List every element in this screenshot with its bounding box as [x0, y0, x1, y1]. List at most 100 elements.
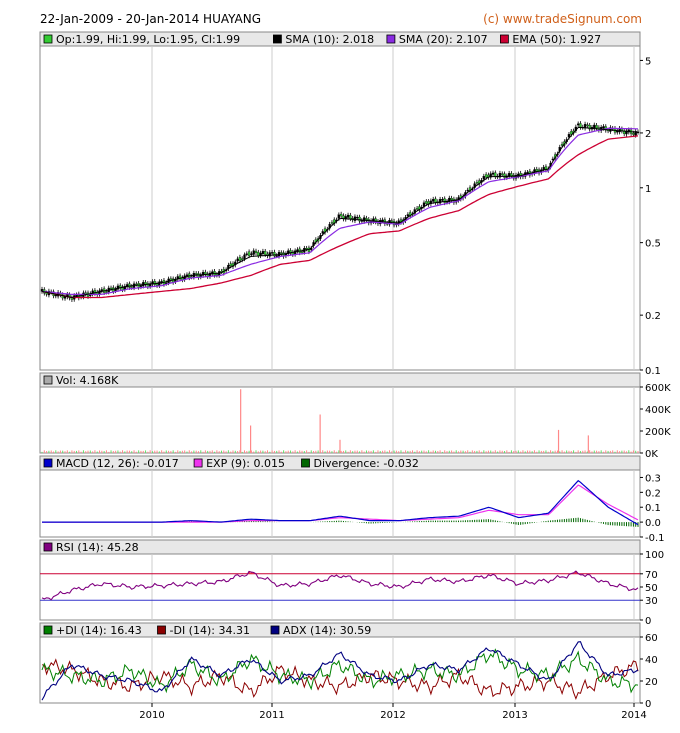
candle-body: [54, 294, 57, 297]
legend-swatch: [43, 375, 53, 385]
x-tick-label: 2010: [139, 710, 164, 721]
y-tick-label: 30: [645, 596, 658, 607]
legend-swatch: [270, 625, 280, 635]
candle-body: [261, 251, 265, 255]
legend-label: SMA (20): 2.107: [399, 33, 488, 46]
y-tick-label: 400K: [645, 405, 671, 416]
y-tick-label: 0.5: [645, 239, 661, 250]
candle-body: [501, 173, 504, 175]
candle-body: [390, 220, 393, 222]
legend-label: EXP (9): 0.015: [206, 457, 285, 470]
candle-body: [586, 124, 589, 126]
legend-label: ADX (14): 30.59: [283, 624, 371, 637]
y-tick-label: 40: [645, 655, 658, 666]
x-tick-label: 2013: [502, 710, 527, 721]
y-tick-label: 0.1: [645, 366, 661, 377]
candle-body: [415, 208, 419, 210]
candle-body: [109, 287, 113, 290]
legend-label: Op:1.99, Hi:1.99, Lo:1.95, Cl:1.99: [56, 33, 240, 46]
y-tick-label: 0.3: [645, 473, 661, 484]
y-tick-label: 5: [645, 56, 651, 67]
legend-swatch: [301, 458, 310, 468]
legend-swatch: [499, 34, 509, 44]
legend-swatch: [43, 625, 53, 635]
candle-body: [236, 258, 239, 262]
legend-bar-volume: [39, 372, 641, 388]
candle-body: [475, 181, 479, 184]
y-tick-label: 0.2: [645, 311, 661, 322]
stock-chart: Op:1.99, Hi:1.99, Lo:1.95, Cl:1.99 SMA (1…: [39, 31, 671, 721]
candle-body: [280, 252, 283, 254]
legend-swatch: [43, 542, 53, 552]
candle-body: [321, 231, 324, 234]
candle-body: [535, 169, 538, 172]
candle-body: [100, 289, 103, 291]
legend-swatch: [43, 458, 53, 468]
y-tick-label: 0.2: [645, 488, 661, 499]
candle-body: [264, 251, 267, 255]
legend-macd: MACD (12, 26): -0.017 EXP (9): 0.015 Diver…: [43, 457, 419, 470]
candle-body: [300, 251, 304, 253]
candle-body: [250, 253, 253, 255]
candle-body: [254, 250, 258, 253]
candle-body: [243, 254, 246, 259]
y-tick-label: 0K: [645, 449, 658, 460]
candle-body: [305, 248, 308, 250]
candle-body: [330, 222, 334, 224]
legend-swatch: [386, 34, 396, 44]
candle-body: [155, 283, 159, 286]
y-tick-label: 70: [645, 570, 658, 581]
x-tick-label: 2011: [259, 710, 284, 721]
legend-volume: Vol: 4.168K: [43, 374, 119, 387]
candle-body: [441, 199, 444, 201]
legend-swatch: [193, 458, 203, 468]
candle-body: [503, 173, 506, 178]
candle-body: [340, 213, 343, 217]
y-tick-label: 60: [645, 633, 658, 644]
candle-body: [358, 216, 361, 222]
candle-body: [337, 214, 340, 219]
candle-body: [450, 198, 453, 201]
y-tick-label: 200K: [645, 427, 671, 438]
candle-body: [406, 214, 410, 217]
y-tick-label: 2: [645, 129, 651, 140]
candle-body: [434, 198, 437, 203]
y-tick-label: -0.1: [645, 533, 665, 544]
candle-body: [75, 294, 78, 297]
candle-body: [443, 198, 446, 203]
candle-body: [273, 251, 276, 257]
y-tick-label: 0: [645, 699, 651, 710]
candle-body: [365, 218, 368, 220]
candle-body: [275, 255, 278, 257]
legend-rsi: RSI (14): 45.28: [43, 541, 139, 554]
y-tick-label: 600K: [645, 383, 671, 394]
candle-body: [153, 281, 156, 285]
candle-body: [296, 249, 299, 252]
candle-body: [346, 214, 350, 218]
y-tick-label: 1: [645, 184, 651, 195]
legend-label: SMA (10): 2.018: [285, 33, 374, 46]
candle-body: [245, 253, 248, 255]
y-tick-label: 0.1: [645, 503, 661, 514]
candle-body: [185, 274, 189, 276]
legend-label: Divergence: -0.032: [314, 457, 419, 470]
candle-body: [130, 286, 133, 288]
candle-body: [491, 172, 495, 175]
candle-body: [593, 124, 596, 129]
candle-body: [602, 126, 605, 129]
candle-body: [105, 291, 108, 293]
candle-body: [139, 285, 143, 287]
legend-swatch: [43, 34, 53, 44]
candle-body: [560, 143, 564, 146]
legend-swatch: [157, 625, 166, 635]
legend-label: EMA (50): 1.927: [512, 33, 601, 46]
y-tick-label: 50: [645, 583, 658, 594]
x-tick-label: 2014: [621, 710, 646, 721]
candle-body: [238, 257, 242, 261]
candle-body: [494, 172, 497, 177]
legend-swatch: [272, 34, 282, 44]
candle-body: [432, 199, 435, 202]
x-tick-label: 2012: [380, 710, 405, 721]
candle-body: [484, 174, 488, 178]
candle-body: [247, 251, 251, 256]
